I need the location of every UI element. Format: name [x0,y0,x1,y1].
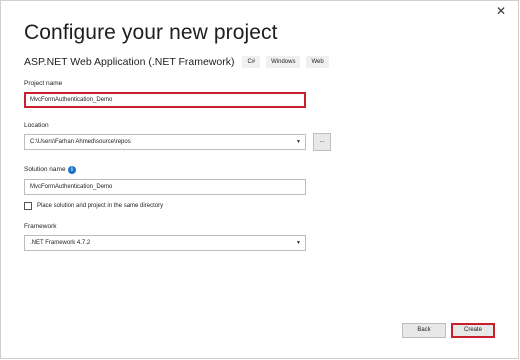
location-select[interactable]: C:\Users\Farhan Ahmed\source\repos ▼ [24,134,306,150]
close-icon[interactable]: ✕ [494,4,508,18]
chevron-down-icon: ▼ [296,240,301,246]
info-icon[interactable]: i [68,166,76,174]
location-value: C:\Users\Farhan Ahmed\source\repos [30,139,131,145]
same-directory-option: Place solution and project in the same d… [24,202,163,210]
back-button[interactable]: Back [402,323,446,338]
create-button[interactable]: Create [451,323,495,338]
template-name: ASP.NET Web Application (.NET Framework) [24,56,235,68]
dialog-window: ✕ Configure your new project ASP.NET Web… [0,0,519,359]
framework-label: Framework [24,223,57,230]
chevron-down-icon: ▼ [296,139,301,145]
framework-value: .NET Framework 4.7.2 [30,240,91,246]
same-directory-label: Place solution and project in the same d… [37,203,164,209]
solution-name-input[interactable]: MvcFormAuthentication_Demo [24,179,306,195]
project-type-tag: Web [306,56,329,68]
project-name-input[interactable]: MvcFormAuthentication_Demo [24,92,306,108]
browse-button[interactable]: ... [313,133,331,151]
language-tag: C# [242,56,261,68]
template-summary: ASP.NET Web Application (.NET Framework)… [24,56,335,68]
platform-tag: Windows [266,56,301,68]
project-name-label: Project name [24,80,63,87]
framework-select[interactable]: .NET Framework 4.7.2 ▼ [24,235,306,251]
same-directory-checkbox[interactable] [24,202,32,210]
solution-name-label: Solution name [24,166,66,173]
page-title: Configure your new project [24,21,278,44]
location-label: Location [24,122,49,129]
